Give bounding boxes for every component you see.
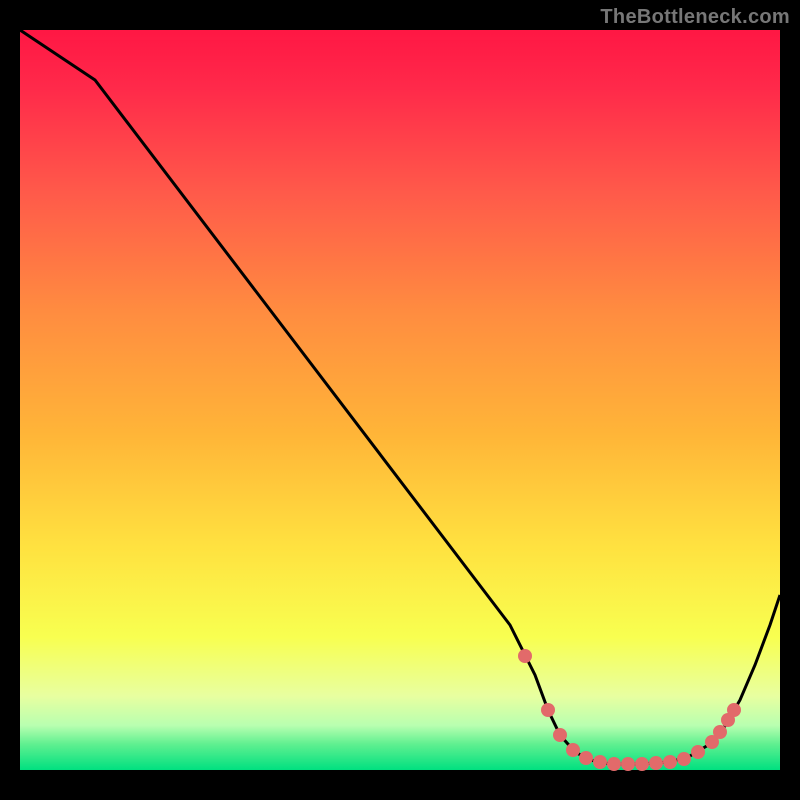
data-marker	[713, 725, 727, 739]
data-marker	[727, 703, 741, 717]
data-marker	[677, 752, 691, 766]
watermark-text: TheBottleneck.com	[600, 6, 790, 29]
chart-svg	[0, 0, 800, 800]
data-marker	[541, 703, 555, 717]
data-marker	[649, 756, 663, 770]
data-marker	[621, 757, 635, 771]
data-marker	[607, 757, 621, 771]
chart-stage: TheBottleneck.com	[0, 0, 800, 800]
data-marker	[691, 745, 705, 759]
plot-background	[20, 30, 780, 770]
data-marker	[518, 649, 532, 663]
data-marker	[553, 728, 567, 742]
data-marker	[566, 743, 580, 757]
data-marker	[635, 757, 649, 771]
data-marker	[663, 755, 677, 769]
data-marker	[593, 755, 607, 769]
data-marker	[579, 751, 593, 765]
